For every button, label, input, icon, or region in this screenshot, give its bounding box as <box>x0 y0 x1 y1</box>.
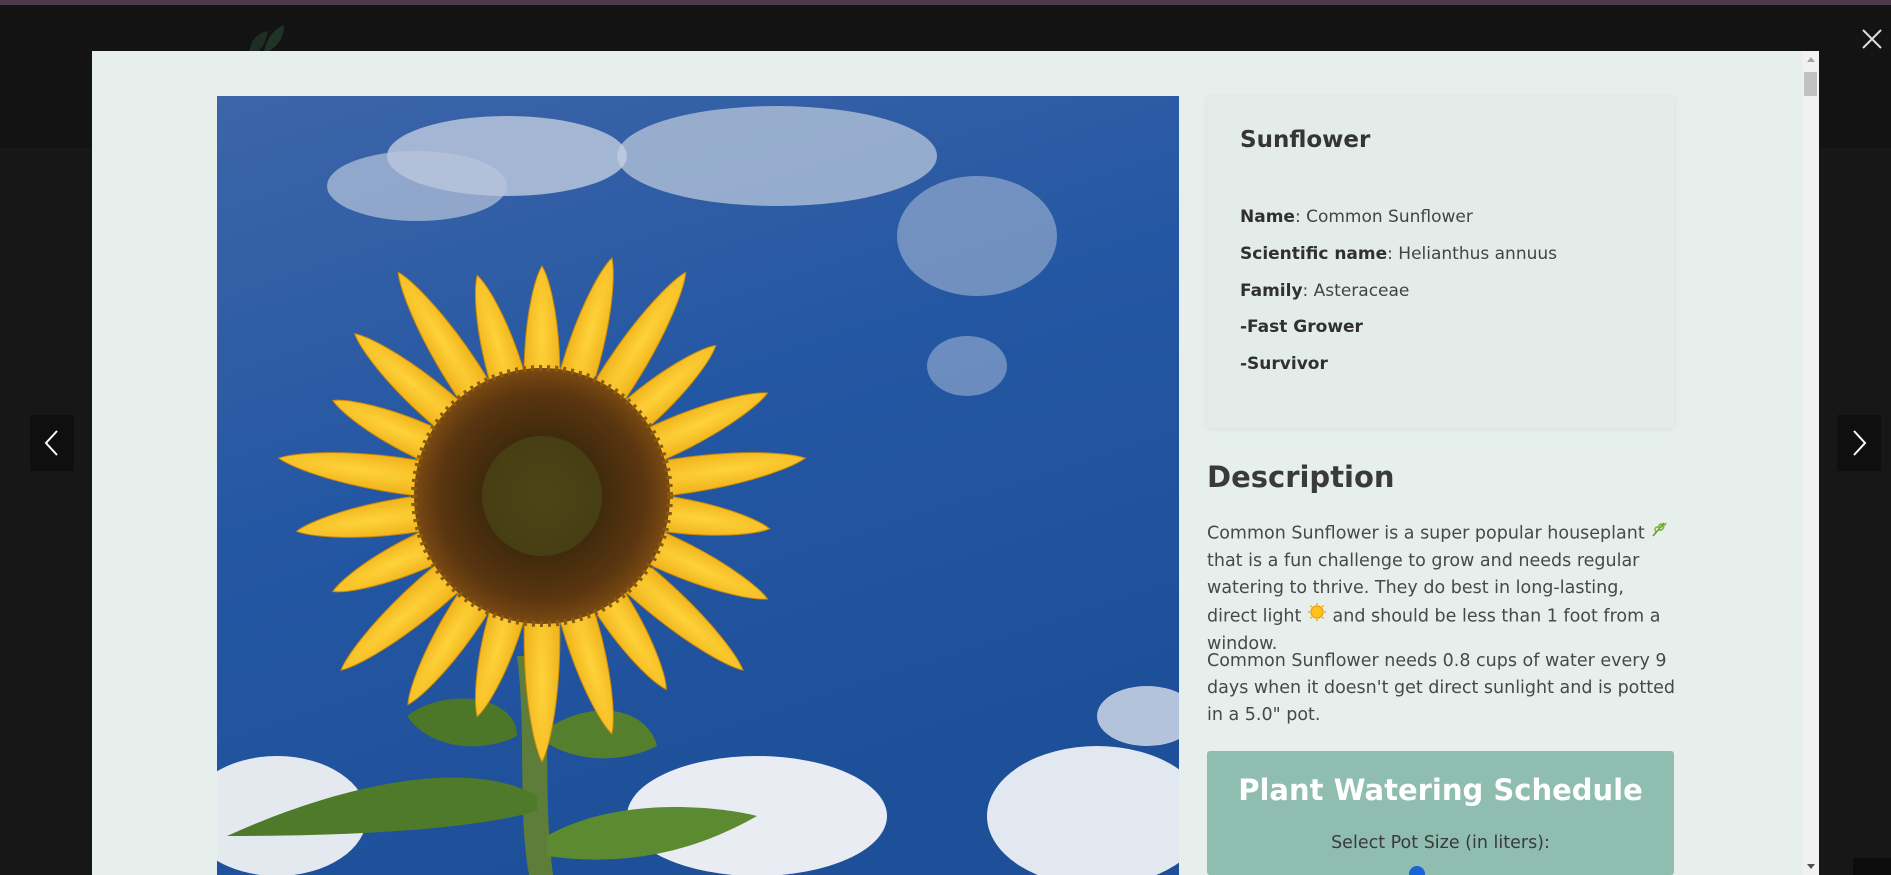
close-icon <box>1862 29 1882 49</box>
trait-survivor: -Survivor <box>1240 354 1328 374</box>
scientific-name-row: Scientific name: Helianthus annuus <box>1240 244 1557 264</box>
plant-info-card: Sunflower Name: Common Sunflower Scienti… <box>1207 96 1674 428</box>
plant-detail-modal: Sunflower Name: Common Sunflower Scienti… <box>92 51 1819 875</box>
description-paragraph-2: Common Sunflower needs 0.8 cups of water… <box>1207 651 1675 725</box>
description-paragraph-1: Common Sunflower is a super popular hous… <box>1207 520 1677 658</box>
schedule-title: Plant Watering Schedule <box>1238 773 1643 807</box>
scroll-thumb[interactable] <box>1804 72 1817 96</box>
previous-button[interactable] <box>30 415 74 471</box>
herb-emoji-icon <box>1650 520 1668 547</box>
plant-name-label: Name <box>1240 207 1295 227</box>
trait-fast-grower: -Fast Grower <box>1240 317 1363 337</box>
modal-scrollbar[interactable] <box>1802 51 1819 875</box>
scroll-up-arrow-icon[interactable] <box>1807 57 1815 62</box>
corner-control[interactable] <box>1853 858 1891 875</box>
chevron-left-icon <box>44 430 58 456</box>
next-button[interactable] <box>1837 415 1881 471</box>
plant-name-row: Name: Common Sunflower <box>1240 207 1473 227</box>
plant-title: Sunflower <box>1240 127 1371 153</box>
scientific-name-label: Scientific name <box>1240 244 1388 264</box>
description-heading: Description <box>1207 460 1395 494</box>
pot-size-slider[interactable] <box>1409 866 1425 875</box>
family-value: : Asteraceae <box>1302 281 1410 301</box>
plant-name-value: : Common Sunflower <box>1294 207 1473 227</box>
sun-emoji-icon <box>1307 602 1327 631</box>
family-row: Family: Asteraceae <box>1240 281 1409 301</box>
scientific-name-value: : Helianthus annuus <box>1387 244 1558 264</box>
pot-size-label: Select Pot Size (in liters): <box>1331 833 1550 853</box>
scroll-down-arrow-icon[interactable] <box>1807 864 1815 869</box>
chevron-right-icon <box>1853 430 1867 456</box>
sunflower-photo <box>217 96 1179 875</box>
watering-schedule-panel: Plant Watering Schedule Select Pot Size … <box>1207 751 1674 875</box>
family-label: Family <box>1240 281 1303 301</box>
close-button[interactable] <box>1853 20 1891 58</box>
